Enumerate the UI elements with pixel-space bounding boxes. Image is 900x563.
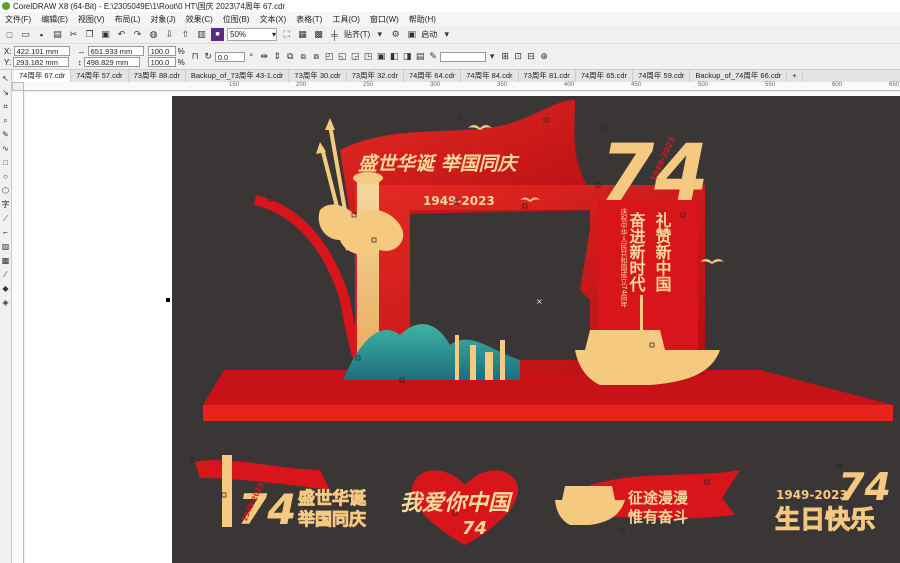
years-label: 1949-2023 bbox=[423, 194, 495, 208]
banner-slogan: 盛世华诞 举国同庆 bbox=[358, 153, 520, 175]
logo-74-festival[interactable]: 74 1949-2023 盛世华诞 举国同庆 bbox=[195, 455, 367, 534]
boat-mast bbox=[640, 295, 643, 335]
logo1-line2: 举国同庆 bbox=[297, 509, 366, 530]
logo-i-love-china[interactable]: 我爱你中国 74 bbox=[400, 470, 518, 545]
logo-journey-boat[interactable]: 征途漫漫 惟有奋斗 bbox=[555, 470, 740, 526]
vertical-slogan-right: 礼赞新中国 bbox=[653, 211, 673, 293]
design-artwork[interactable]: 盛世华诞 举国同庆 1949-2023 74 1949-2023 奋进新时代 礼… bbox=[0, 0, 900, 563]
center-cross-icon: × bbox=[536, 297, 543, 306]
logo3-line2: 惟有奋斗 bbox=[627, 508, 688, 526]
logo4-text: 生日快乐 bbox=[775, 505, 875, 534]
logo4-years: 1949-2023 bbox=[776, 488, 848, 502]
stage-front bbox=[203, 405, 893, 421]
logo3-line1: 征途漫漫 bbox=[628, 489, 689, 507]
logo2-text: 我爱你中国 bbox=[400, 491, 513, 516]
vertical-slogan-left: 奋进新时代 bbox=[627, 211, 647, 293]
logo4-number: 74 bbox=[838, 465, 891, 509]
logo1-line1: 盛世华诞 bbox=[298, 488, 367, 509]
logo-happy-birthday[interactable]: 1949-2023 74 生日快乐 bbox=[775, 465, 891, 535]
logo2-number: 74 bbox=[462, 518, 487, 539]
vertical-small-text: 庆祝中华人民共和国成立74周年 bbox=[620, 207, 628, 309]
stage-top bbox=[203, 370, 893, 405]
selection-handle[interactable] bbox=[166, 298, 170, 302]
